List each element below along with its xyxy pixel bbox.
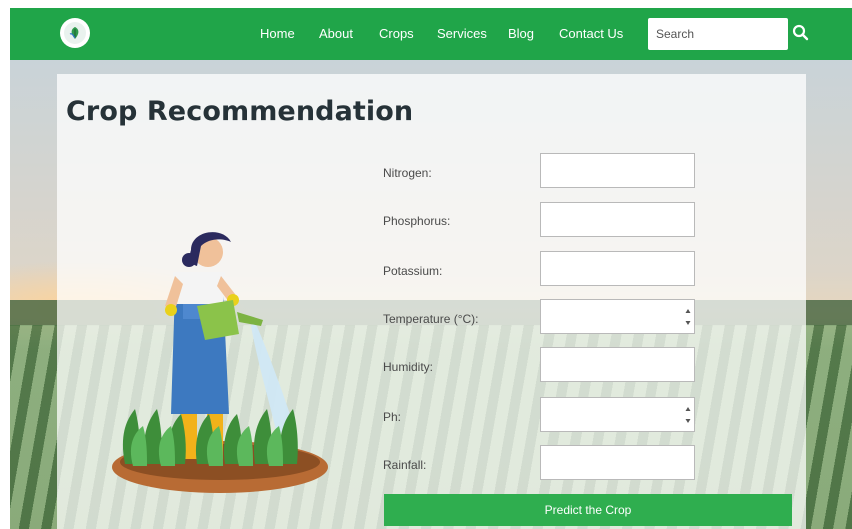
humidity-input[interactable] (540, 347, 695, 382)
search-input[interactable] (648, 18, 788, 50)
nav-link-contact-us[interactable]: Contact Us (559, 26, 623, 41)
nav-link-about[interactable]: About (319, 26, 353, 41)
rainfall-label: Rainfall: (383, 458, 427, 472)
navbar: Home About Crops Services Blog Contact U… (10, 8, 852, 60)
potassium-input[interactable] (540, 251, 695, 286)
number-stepper-icon[interactable] (685, 405, 691, 425)
nav-link-services[interactable]: Services (437, 26, 487, 41)
nav-link-blog[interactable]: Blog (508, 26, 534, 41)
site-logo[interactable] (60, 18, 90, 48)
leaf-emblem-icon (64, 22, 86, 44)
phosphorus-input[interactable] (540, 202, 695, 237)
humidity-label: Humidity: (383, 360, 434, 374)
crop-form-card: Crop Recommendation Nitrogen: Phosphorus… (57, 74, 806, 529)
ph-input[interactable] (540, 397, 695, 432)
temperature-label: Temperature (°C): (383, 312, 479, 326)
temperature-input[interactable] (540, 299, 695, 334)
potassium-label: Potassium: (383, 264, 443, 278)
ph-label: Ph: (383, 410, 402, 424)
nav-link-home[interactable]: Home (260, 26, 295, 41)
number-stepper-icon[interactable] (685, 307, 691, 327)
phosphorus-label: Phosphorus: (383, 214, 451, 228)
nitrogen-input[interactable] (540, 153, 695, 188)
search-icon[interactable] (790, 22, 812, 44)
nitrogen-label: Nitrogen: (383, 166, 432, 180)
farmer-watering-illustration (112, 232, 328, 493)
rainfall-input[interactable] (540, 445, 695, 480)
predict-crop-button[interactable]: Predict the Crop (384, 494, 792, 526)
page-title: Crop Recommendation (66, 96, 414, 127)
nav-link-crops[interactable]: Crops (379, 26, 414, 41)
